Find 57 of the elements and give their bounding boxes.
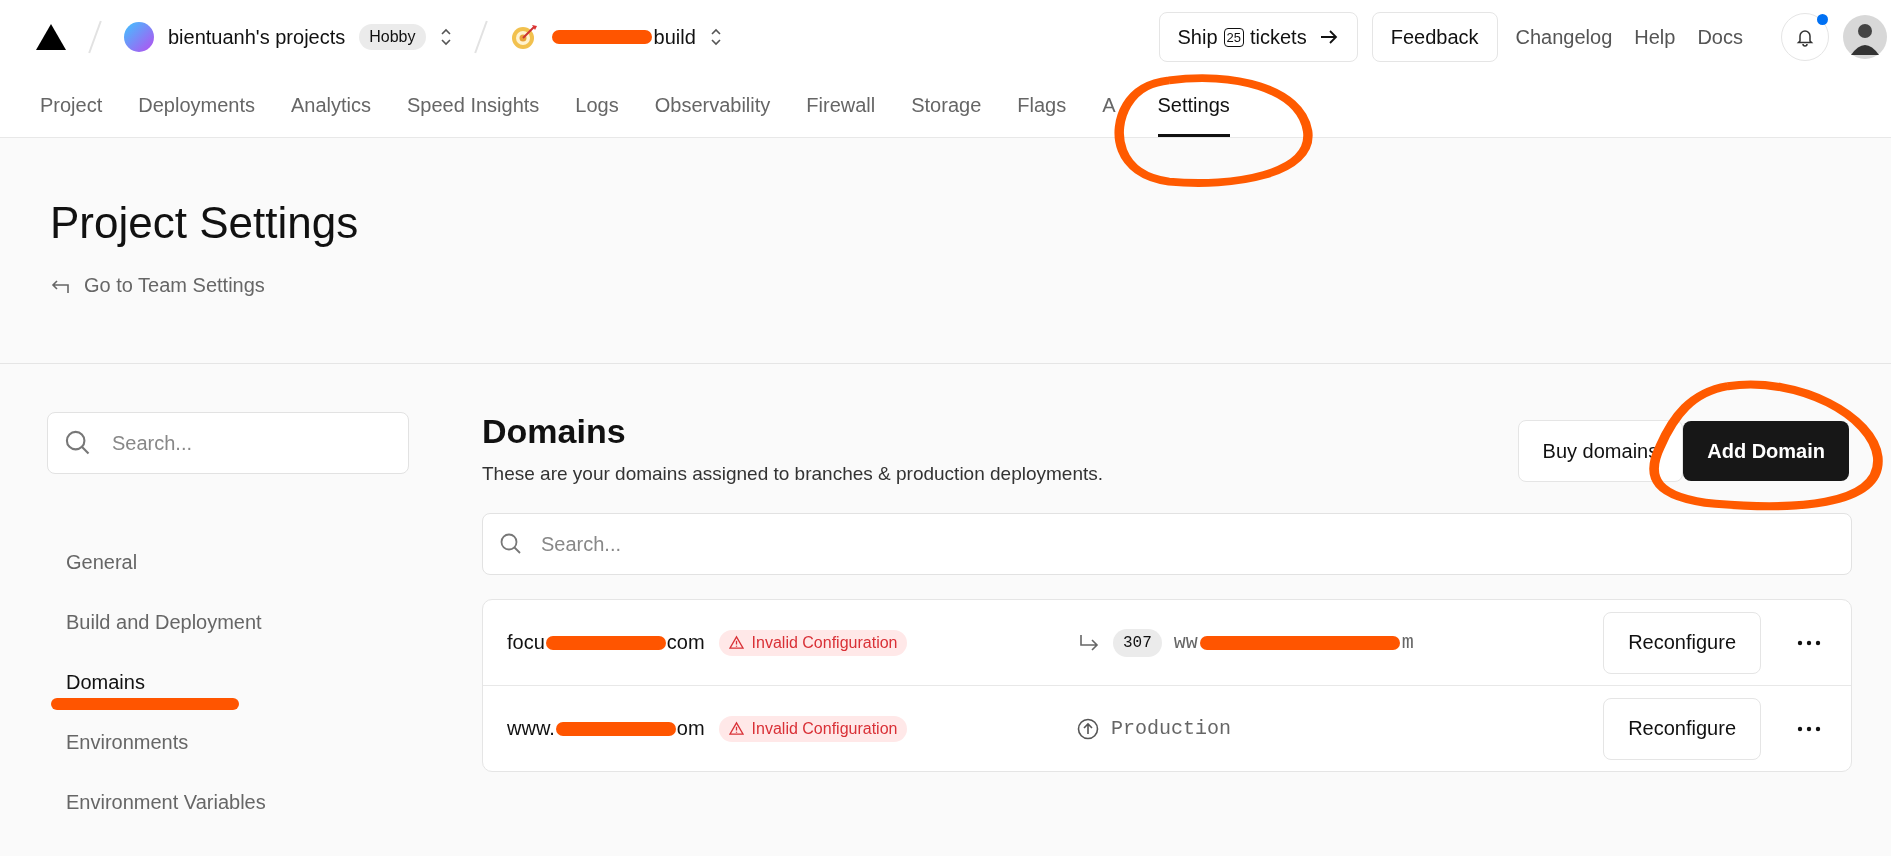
more-icon[interactable] bbox=[1797, 639, 1821, 646]
action-button[interactable]: Add Domain bbox=[1683, 421, 1849, 481]
sidebar-item[interactable]: Environments bbox=[47, 730, 189, 754]
domain-name[interactable]: com bbox=[666, 631, 705, 654]
back-link[interactable]: Go to Team Settings bbox=[50, 274, 1891, 297]
search-field[interactable]: Search... bbox=[482, 513, 1852, 575]
reconfigure-button[interactable]: Reconfigure bbox=[1603, 611, 1761, 674]
nav-tab[interactable]: Settings bbox=[1157, 77, 1230, 137]
nav-tab[interactable]: A bbox=[1084, 77, 1134, 137]
nav-tab[interactable]: Deployments bbox=[120, 77, 273, 137]
sidebar-item[interactable]: General bbox=[47, 550, 138, 574]
redirect-target: ww bbox=[1173, 631, 1198, 654]
status-code: 307 bbox=[1113, 628, 1162, 657]
upload-icon bbox=[1077, 717, 1099, 740]
redirect-target: m bbox=[1401, 631, 1414, 654]
nav-link[interactable]: Docs bbox=[1697, 25, 1743, 49]
return-arrow-icon bbox=[50, 277, 70, 294]
sidebar-item[interactable]: Environment Variables bbox=[47, 790, 266, 814]
feedback-button[interactable]: Feedback bbox=[1371, 12, 1498, 62]
switcher-icon[interactable] bbox=[709, 27, 722, 47]
nav-tab[interactable]: Speed Insights bbox=[389, 77, 558, 137]
arrow-icon bbox=[1318, 29, 1339, 45]
domain-name[interactable]: focu bbox=[507, 631, 545, 654]
nav-link[interactable]: Help bbox=[1634, 25, 1676, 49]
nav-link[interactable]: Changelog bbox=[1515, 25, 1613, 49]
sidebar-item[interactable]: Domains bbox=[47, 670, 145, 694]
nav-tab[interactable]: Storage bbox=[893, 77, 1000, 137]
more-icon[interactable] bbox=[1797, 725, 1821, 732]
team-name[interactable]: bientuanh's projects bbox=[168, 25, 346, 49]
status-badge: Invalid Configuration bbox=[718, 629, 908, 656]
search-field[interactable]: Search... bbox=[47, 412, 409, 474]
avatar[interactable] bbox=[1843, 15, 1887, 59]
nav-tab[interactable]: Analytics bbox=[272, 77, 389, 137]
bell-icon bbox=[1795, 27, 1815, 47]
plan-badge: Hobby bbox=[359, 24, 426, 50]
switcher-icon[interactable] bbox=[439, 27, 452, 47]
reconfigure-button[interactable]: Reconfigure bbox=[1603, 697, 1761, 760]
nav-tab[interactable]: Firewall bbox=[788, 77, 894, 137]
nav-tab[interactable]: Observability bbox=[636, 77, 789, 137]
redirect-icon bbox=[1077, 632, 1101, 653]
domain-name[interactable]: www. bbox=[507, 717, 555, 740]
project-name[interactable]: build bbox=[653, 25, 696, 49]
status-badge: Invalid Configuration bbox=[718, 715, 908, 742]
domain-name[interactable]: om bbox=[676, 717, 705, 740]
section-description: These are your domains assigned to branches & production deployments. bbox=[482, 463, 1104, 485]
nav-tab[interactable]: Project bbox=[22, 77, 121, 137]
page-title: Project Settings bbox=[50, 198, 360, 248]
section-title: Domains bbox=[482, 412, 627, 451]
target-icon bbox=[509, 23, 538, 51]
nav-tab[interactable]: Logs bbox=[557, 77, 637, 137]
environment-label: Production bbox=[1111, 717, 1232, 740]
logo-icon[interactable] bbox=[36, 24, 66, 50]
notifications-button[interactable] bbox=[1781, 13, 1829, 61]
nav-tab[interactable]: Flags bbox=[999, 77, 1085, 137]
ship-tickets-button[interactable]: Ship 25 tickets bbox=[1158, 12, 1358, 62]
sidebar-item[interactable]: Build and Deployment bbox=[47, 610, 262, 634]
team-avatar bbox=[124, 22, 154, 52]
